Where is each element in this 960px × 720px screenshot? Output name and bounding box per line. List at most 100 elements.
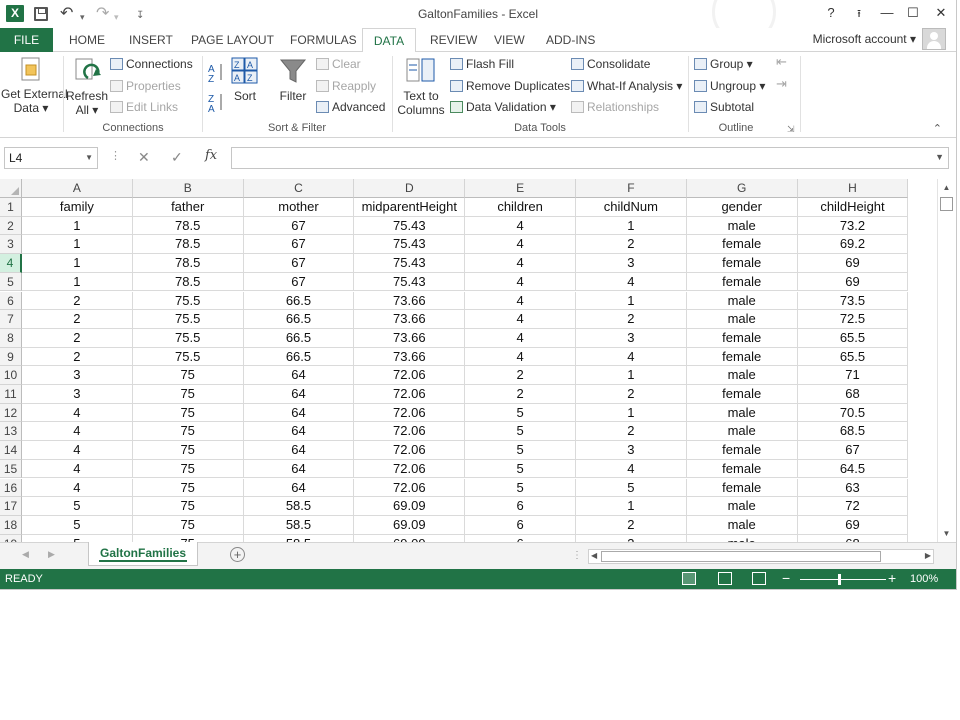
row-header[interactable]: 8 [0,328,22,348]
what-if-analysis-button[interactable]: What-If Analysis ▾ [571,79,682,93]
subtotal-button[interactable]: Subtotal [694,100,754,114]
table-cell[interactable]: 1 [576,216,687,236]
table-cell[interactable]: 5 [465,478,576,498]
row-header[interactable]: 14 [0,441,22,460]
sheet-tab-galtonfamilies[interactable]: GaltonFamilies [88,542,198,566]
table-cell[interactable]: 75.5 [132,291,244,311]
table-cell[interactable]: 58.5 [244,534,355,542]
row-header[interactable]: 1 [0,198,22,217]
table-cell[interactable]: 69.09 [354,515,466,535]
advanced-filter-button[interactable]: Advanced [316,100,385,114]
row-header[interactable]: 3 [0,235,22,255]
tab-splitter-icon[interactable]: ⋮ [572,550,582,561]
table-cell[interactable]: 73.2 [797,216,909,236]
table-cell[interactable]: male [687,534,798,542]
table-cell[interactable]: 67 [797,441,909,460]
table-cell[interactable]: 75.5 [132,347,244,367]
horizontal-scroll-thumb[interactable] [601,551,881,562]
column-header-f[interactable]: F [576,179,687,198]
consolidate-button[interactable]: Consolidate [571,57,650,71]
formula-input[interactable]: ▼ [231,147,949,169]
get-external-data-icon[interactable] [19,56,43,84]
column-header-b[interactable]: B [132,179,244,198]
row-header[interactable]: 6 [0,291,22,311]
column-title-cell[interactable]: childNum [576,198,687,217]
table-cell[interactable]: 64 [243,459,355,479]
table-cell[interactable]: 1 [576,497,687,516]
table-cell[interactable]: 3 [576,534,687,542]
zoom-slider[interactable] [800,579,886,580]
text-to-columns-button[interactable]: Text to Columns [396,89,446,117]
table-cell[interactable]: 4 [465,272,576,292]
scroll-down-icon[interactable]: ▼ [941,529,952,540]
column-header-d[interactable]: D [354,179,466,198]
table-cell[interactable]: female [686,385,798,404]
table-cell[interactable]: female [686,254,798,273]
column-title-cell[interactable]: family [22,198,133,217]
table-cell[interactable]: male [686,422,798,442]
table-cell[interactable]: female [686,328,798,348]
table-cell[interactable]: 72.06 [354,403,466,423]
table-cell[interactable]: 64 [243,422,355,442]
avatar[interactable] [922,28,946,50]
table-cell[interactable]: 5 [465,403,576,423]
get-external-data-button[interactable]: Get External Data ▾ [1,87,68,115]
table-cell[interactable]: 5 [465,422,576,442]
table-cell[interactable]: 4 [22,403,133,423]
table-cell[interactable]: 4 [22,422,133,442]
table-cell[interactable]: 1 [22,235,133,255]
table-cell[interactable]: 68 [797,385,909,404]
table-cell[interactable]: 66.5 [243,291,355,311]
column-title-cell[interactable]: childHeight [797,198,909,217]
table-cell[interactable]: 4 [465,254,576,273]
column-title-cell[interactable]: children [465,198,576,217]
zoom-in-button[interactable]: + [888,570,896,586]
table-cell[interactable]: 3 [576,254,687,273]
row-header[interactable]: 16 [0,478,22,498]
normal-view-icon[interactable] [682,572,696,585]
column-title-cell[interactable]: mother [243,198,355,217]
table-cell[interactable]: 75 [132,441,244,460]
table-cell[interactable]: male [686,216,798,236]
table-cell[interactable]: 64 [243,385,355,404]
table-cell[interactable]: 2 [22,291,133,311]
refresh-all-icon[interactable] [74,56,102,86]
table-cell[interactable]: 67 [243,216,355,236]
table-cell[interactable]: 72.06 [354,441,466,460]
table-cell[interactable]: 64 [243,478,355,498]
table-cell[interactable]: 73.66 [354,310,466,329]
show-detail-icon[interactable]: ⇤ [776,55,787,69]
table-cell[interactable]: 73.66 [354,328,466,348]
column-title-cell[interactable]: gender [686,198,798,217]
tab-page-layout[interactable]: PAGE LAYOUT [191,28,274,52]
table-cell[interactable]: 73.66 [354,291,466,311]
table-cell[interactable]: 67 [243,272,355,292]
row-header[interactable]: 13 [0,422,22,442]
new-sheet-button[interactable]: + [230,547,245,562]
outline-dialog-launcher-icon[interactable]: ⇲ [787,122,795,136]
edit-links-button[interactable]: Edit Links [110,100,178,114]
table-cell[interactable]: 4 [576,347,687,367]
table-cell[interactable]: 68.5 [797,422,909,442]
data-validation-button[interactable]: Data Validation ▾ [450,100,556,114]
table-cell[interactable]: 75.43 [354,235,466,255]
table-cell[interactable]: 2 [576,235,687,255]
table-cell[interactable]: 2 [576,515,687,535]
help-button[interactable]: ? [820,5,842,20]
table-cell[interactable]: female [686,235,798,255]
table-cell[interactable]: 75 [132,366,244,385]
table-cell[interactable]: 75.43 [354,272,466,292]
table-cell[interactable]: 75 [133,534,244,542]
maximize-button[interactable]: ☐ [902,5,924,21]
table-cell[interactable]: 65.5 [797,328,909,348]
table-cell[interactable]: 75 [132,459,244,479]
scroll-right-icon[interactable]: ▶ [925,551,931,560]
table-cell[interactable]: 2 [576,385,687,404]
row-header[interactable]: 12 [0,403,22,423]
row-header[interactable]: 15 [0,459,22,479]
table-cell[interactable]: 75 [132,403,244,423]
page-layout-view-icon[interactable] [718,572,732,585]
table-cell[interactable]: 3 [576,328,687,348]
table-cell[interactable]: 4 [465,310,576,329]
table-cell[interactable]: 72.06 [354,478,466,498]
